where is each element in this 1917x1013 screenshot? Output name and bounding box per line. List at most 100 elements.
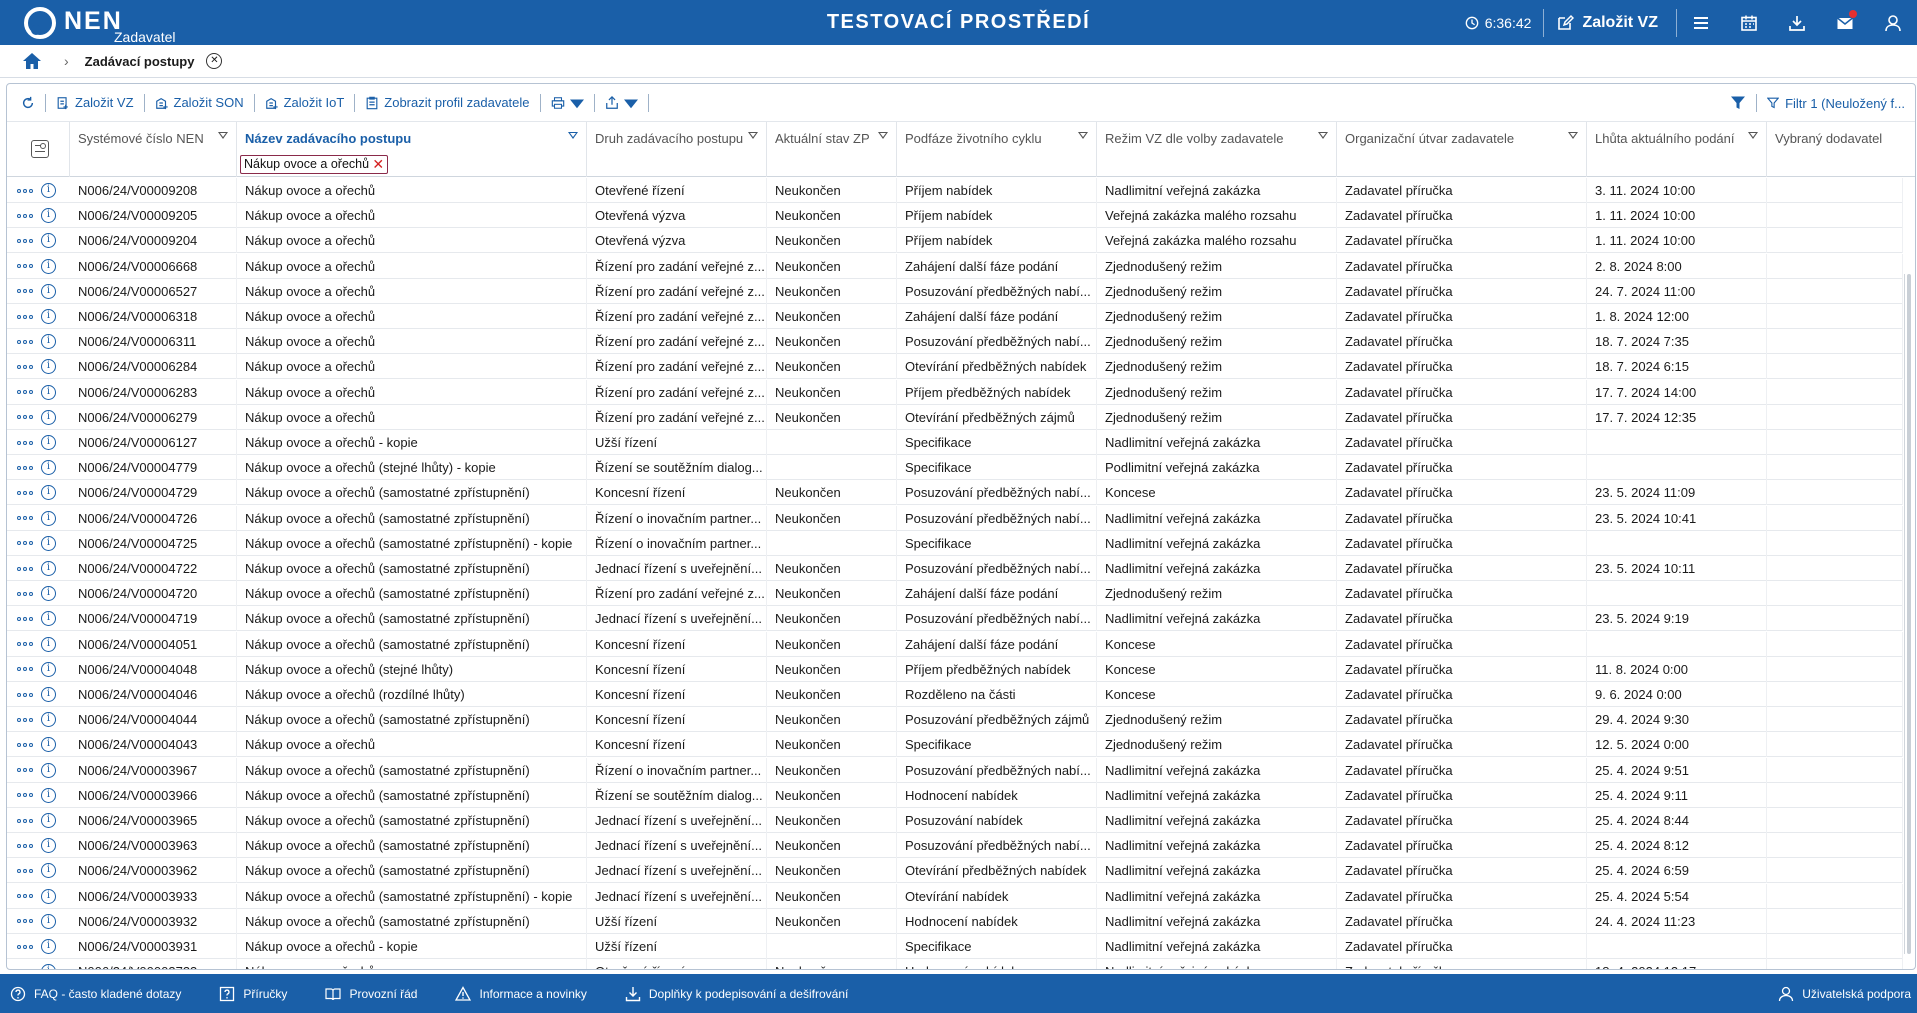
column-header-subphase[interactable]: Podfáze životního cyklu [897,122,1097,177]
table-row[interactable]: i N006/24/V00006527 Nákup ovoce a ořechů Ří… [7,278,1903,304]
info-icon[interactable]: i [41,460,56,476]
row-actions-button[interactable] [17,264,33,269]
table-row[interactable]: i N006/24/V00003931 Nákup ovoce a ořechů -… [7,934,1903,959]
info-icon[interactable]: i [41,233,56,249]
messages-button[interactable] [1821,0,1869,45]
info-icon[interactable]: i [41,687,56,702]
info-icon[interactable]: i [41,762,56,778]
news-link[interactable]: Informace a novinky [455,985,614,1002]
info-icon[interactable]: i [41,258,56,274]
info-icon[interactable]: i [41,813,56,828]
table-row[interactable]: i N006/24/V00004046 Nákup ovoce a ořechů (… [7,682,1903,707]
column-filter-icon[interactable] [878,132,888,139]
print-menu-button[interactable] [543,91,592,115]
info-icon[interactable]: i [41,586,56,602]
table-row[interactable]: i N006/24/V00003963 Nákup ovoce a ořechů (… [7,833,1903,859]
info-icon[interactable]: i [41,737,56,753]
row-actions-button[interactable] [17,591,33,596]
info-icon[interactable]: i [41,409,56,425]
column-settings-button[interactable] [31,140,49,158]
info-icon[interactable]: i [41,863,56,879]
rules-link[interactable]: Provozní řád [325,986,445,1002]
table-row[interactable]: i N006/24/V00004720 Nákup ovoce a ořechů (… [7,581,1903,607]
info-icon[interactable]: i [41,283,56,299]
info-icon[interactable]: i [41,838,56,854]
column-filter-icon[interactable] [1568,132,1578,139]
info-icon[interactable]: i [41,964,56,969]
row-actions-button[interactable] [17,944,33,949]
nen-logo[interactable]: NEN Zadavatel [0,0,320,45]
info-icon[interactable]: i [41,787,56,803]
name-filter-chip[interactable]: Nákup ovoce a ořechů ✕ [240,155,389,174]
row-actions-button[interactable] [17,768,33,773]
table-row[interactable]: i N006/24/V00003932 Nákup ovoce a ořechů (… [7,908,1903,934]
row-actions-button[interactable] [17,818,33,823]
info-icon[interactable]: i [41,712,56,728]
row-actions-button[interactable] [17,793,33,798]
refresh-button[interactable] [13,91,43,115]
table-row[interactable]: i N006/24/V00006318 Nákup ovoce a ořechů Ří… [7,304,1903,329]
table-row[interactable]: i N006/24/V00003967 Nákup ovoce a ořechů (… [7,757,1903,783]
row-actions-button[interactable] [17,364,33,369]
scrollbar-thumb[interactable] [1907,274,1911,954]
table-row[interactable]: i N006/24/V00006311 Nákup ovoce a ořechů Ří… [7,329,1903,355]
column-filter-icon[interactable] [568,132,578,139]
table-row[interactable]: i N006/24/V00004719 Nákup ovoce a ořechů (… [7,606,1903,632]
column-header-state[interactable]: Aktuální stav ZP [767,122,897,177]
row-actions-button[interactable] [17,692,33,697]
addons-link[interactable]: Doplňky k podepisování a dešifrování [625,986,876,1002]
info-icon[interactable]: i [41,561,56,576]
table-row[interactable]: i N006/24/V00006127 Nákup ovoce a ořechů -… [7,430,1903,455]
info-icon[interactable]: i [41,384,56,400]
row-actions-button[interactable] [17,843,33,848]
close-tab-button[interactable]: ✕ [206,53,223,69]
vertical-scrollbar[interactable] [1904,274,1913,954]
row-actions-button[interactable] [17,390,33,395]
support-link[interactable]: Uživatelská podpora [1778,974,1911,1013]
column-header-procedure-name[interactable]: Název zadávacího postupu Nákup ovoce a o… [237,122,587,177]
row-actions-button[interactable] [17,742,33,747]
table-row[interactable]: i N006/24/V00004725 Nákup ovoce a ořechů (… [7,530,1903,556]
info-icon[interactable]: i [41,611,56,627]
column-filter-icon[interactable] [1078,132,1088,139]
show-profile-button[interactable]: Zobrazit profil zadavatele [357,91,537,115]
row-actions-button[interactable] [17,616,33,621]
row-actions-button[interactable] [17,516,33,521]
column-filter-icon[interactable] [1748,132,1758,139]
table-row[interactable]: i N006/24/V00003733Nákup ovoce a ořechůOt… [7,959,1903,969]
info-icon[interactable]: i [41,309,56,324]
row-actions-button[interactable] [17,541,33,546]
column-header-system-number[interactable]: Systémové číslo NEN [70,122,237,177]
info-icon[interactable]: i [41,435,56,450]
row-actions-button[interactable] [17,667,33,672]
table-row[interactable]: i N006/24/V00004726 Nákup ovoce a ořechů (… [7,505,1903,531]
table-row[interactable]: i N006/24/V00004051 Nákup ovoce a ořechů (… [7,631,1903,657]
info-icon[interactable]: i [41,359,56,375]
table-row[interactable]: i N006/24/V00004044 Nákup ovoce a ořechů (… [7,707,1903,733]
row-actions-button[interactable] [17,490,33,495]
table-row[interactable]: i N006/24/V00003962 Nákup ovoce a ořechů (… [7,858,1903,884]
column-filter-icon[interactable] [1318,132,1328,139]
table-row[interactable]: i N006/24/V00004729 Nákup ovoce a ořechů (… [7,480,1903,506]
user-button[interactable] [1869,0,1917,45]
remove-filter-icon[interactable]: ✕ [372,156,384,172]
row-actions-button[interactable] [17,415,33,420]
table-row[interactable]: i N006/24/V00006284 Nákup ovoce a ořechů Ří… [7,354,1903,380]
menu-button[interactable] [1677,0,1725,45]
row-actions-button[interactable] [17,717,33,722]
home-button[interactable] [22,52,42,70]
column-header-org-unit[interactable]: Organizační útvar zadavatele [1337,122,1587,177]
row-actions-button[interactable] [17,289,33,294]
row-actions-button[interactable] [17,339,33,344]
info-icon[interactable]: i [41,535,56,551]
row-actions-button[interactable] [17,314,33,319]
manuals-link[interactable]: Příručky [219,986,315,1002]
table-row[interactable]: i N006/24/V00004048 Nákup ovoce a ořechů (… [7,656,1903,682]
download-button[interactable] [1773,0,1821,45]
info-icon[interactable]: i [41,485,56,501]
column-header-procedure-type[interactable]: Druh zadávacího postupu [587,122,767,177]
row-actions-button[interactable] [17,465,33,470]
info-icon[interactable]: i [41,636,56,652]
row-actions-button[interactable] [17,213,33,218]
create-vz-button[interactable]: Založit VZ [48,91,142,115]
